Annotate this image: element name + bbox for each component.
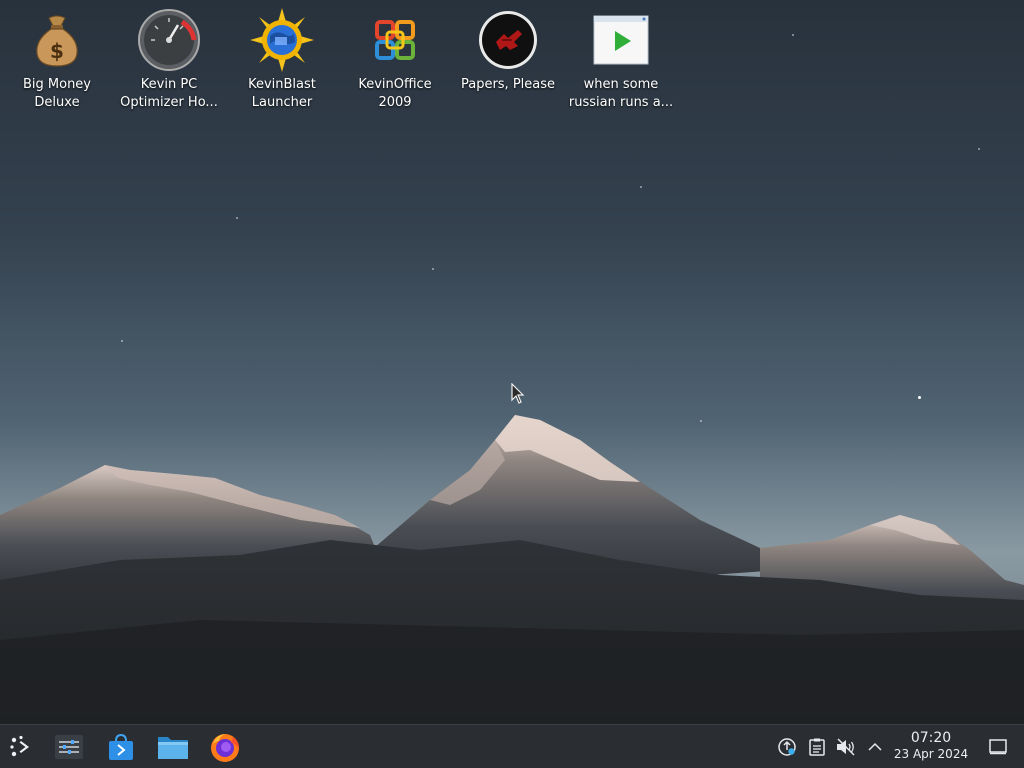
desktop-icon-label: Kevin PC Optimizer Ho... (120, 77, 218, 110)
desktop-icon-label: KevinOffice 2009 (358, 77, 432, 110)
arstotzka-emblem-icon (476, 8, 540, 72)
tray-expand[interactable] (865, 737, 885, 757)
firefox-icon (211, 734, 239, 762)
mouse-cursor-icon (511, 383, 525, 404)
settings-sliders-icon (55, 735, 83, 759)
desktop-icon-area: $ Big Money Deluxe Kevin PC Optimizer Ho… (0, 8, 720, 118)
desktop-icon-kevinblast-launcher[interactable]: KevinBlast Launcher (227, 8, 337, 116)
folder-icon (158, 737, 188, 759)
app-launcher-button[interactable] (4, 731, 38, 763)
tray-volume[interactable] (836, 737, 856, 757)
show-desktop-icon (989, 739, 1007, 755)
taskbar-system-settings[interactable] (52, 731, 86, 763)
chevron-up-icon (868, 742, 882, 751)
app-launcher-icon (10, 735, 29, 757)
digital-clock[interactable]: 07:20 23 Apr 2024 (888, 730, 974, 761)
volume-muted-icon (837, 738, 855, 756)
desktop-icon-papers-please[interactable]: Papers, Please (453, 8, 563, 116)
taskbar-firefox[interactable] (208, 731, 242, 763)
desktop[interactable]: $ Big Money Deluxe Kevin PC Optimizer Ho… (0, 0, 1024, 768)
desktop-icon-big-money-deluxe[interactable]: $ Big Money Deluxe (2, 8, 112, 116)
office-logo-icon (363, 8, 427, 72)
speedometer-icon (137, 8, 201, 72)
desktop-icon-label: Big Money Deluxe (22, 77, 91, 110)
desktop-icon-kevin-pc-optimizer[interactable]: Kevin PC Optimizer Ho... (114, 8, 224, 116)
desktop-icon-video-file[interactable]: when some russian runs a... (566, 8, 676, 116)
taskbar: 07:20 23 Apr 2024 (0, 724, 1024, 768)
desktop-icon-label: Papers, Please (460, 77, 556, 92)
clock-time: 07:20 (910, 730, 952, 746)
store-bag-icon (109, 733, 133, 760)
money-bag-icon: $ (25, 8, 89, 72)
show-desktop-button[interactable] (988, 737, 1008, 757)
desktop-icon-label: when some russian runs a... (568, 77, 674, 110)
globe-sun-icon (250, 8, 314, 72)
svg-text:$: $ (50, 39, 64, 63)
desktop-icon-kevinoffice-2009[interactable]: KevinOffice 2009 (340, 8, 450, 116)
tray-clipboard[interactable] (807, 737, 827, 757)
clock-date: 23 Apr 2024 (893, 747, 969, 761)
video-play-icon (589, 8, 653, 72)
desktop-icon-label: KevinBlast Launcher (248, 77, 316, 110)
taskbar-discover[interactable] (104, 731, 138, 763)
tray-network[interactable] (777, 737, 797, 757)
clipboard-icon (809, 738, 825, 756)
taskbar-file-manager[interactable] (156, 731, 190, 763)
network-icon (778, 738, 796, 756)
